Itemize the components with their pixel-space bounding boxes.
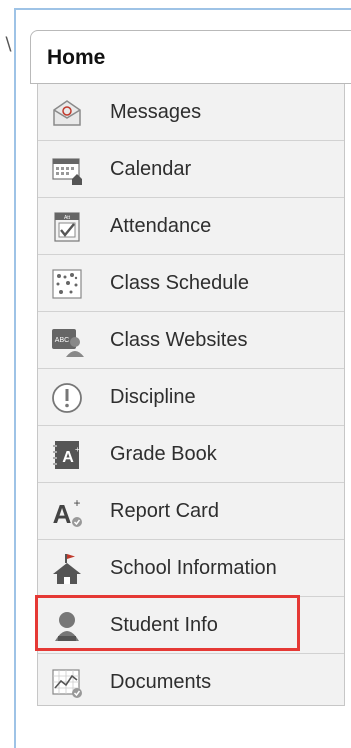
frame-left-border bbox=[14, 10, 16, 748]
menu-item-class-websites[interactable]: ABC Class Websites bbox=[38, 312, 344, 369]
menu-item-label: Attendance bbox=[110, 215, 212, 237]
svg-text:ABC: ABC bbox=[55, 337, 69, 344]
menu-item-label: Calendar bbox=[110, 158, 192, 180]
menu-item-label: Class Schedule bbox=[110, 272, 249, 294]
menu-item-messages[interactable]: Messages bbox=[38, 84, 344, 141]
svg-text:+: + bbox=[75, 445, 80, 454]
menu-item-discipline[interactable]: Discipline bbox=[38, 369, 344, 426]
menu-item-school-information[interactable]: School Information bbox=[38, 540, 344, 597]
menu-item-label: Discipline bbox=[110, 386, 196, 408]
frame-top-border bbox=[14, 8, 351, 10]
menu-item-grade-book[interactable]: A + Grade Book bbox=[38, 426, 344, 483]
menu-item-label: Documents bbox=[110, 671, 212, 693]
menu-item-calendar[interactable]: Calendar bbox=[38, 141, 344, 198]
schedule-icon bbox=[50, 267, 84, 301]
menu-item-label: Class Websites bbox=[110, 329, 248, 351]
menu-item-label: Report Card bbox=[110, 500, 219, 522]
menu-item-student-info[interactable]: Student Info bbox=[38, 597, 344, 654]
svg-text:A: A bbox=[62, 449, 74, 466]
menu-item-report-card[interactable]: A + Report Card bbox=[38, 483, 344, 540]
svg-text:A: A bbox=[53, 499, 72, 529]
svg-text:Att: Att bbox=[64, 215, 71, 221]
documents-icon bbox=[50, 666, 84, 700]
website-icon: ABC bbox=[50, 324, 84, 358]
alert-icon bbox=[50, 381, 84, 415]
menu-item-documents[interactable]: Documents bbox=[38, 654, 344, 706]
menu-item-class-schedule[interactable]: Class Schedule bbox=[38, 255, 344, 312]
svg-text:+: + bbox=[73, 496, 80, 510]
gradebook-icon: A + bbox=[50, 438, 84, 472]
home-label: Home bbox=[47, 46, 106, 69]
school-icon bbox=[50, 552, 84, 586]
report-card-icon: A + bbox=[50, 495, 84, 529]
student-icon bbox=[50, 609, 84, 643]
envelope-icon bbox=[50, 96, 84, 130]
menu-item-label: Messages bbox=[110, 101, 202, 123]
attendance-icon: Att bbox=[50, 210, 84, 244]
menu-item-label: Grade Book bbox=[110, 443, 217, 465]
menu-item-attendance[interactable]: Att Attendance bbox=[38, 198, 344, 255]
calendar-icon bbox=[50, 153, 84, 187]
connector-mark: ∖ bbox=[2, 34, 14, 54]
menu-item-label: School Information bbox=[110, 557, 277, 579]
menu-item-label: Student Info bbox=[110, 614, 218, 636]
home-tab[interactable]: Home bbox=[30, 30, 351, 84]
navigation-menu: Messages Calendar Att Attendance Class S… bbox=[37, 84, 345, 706]
